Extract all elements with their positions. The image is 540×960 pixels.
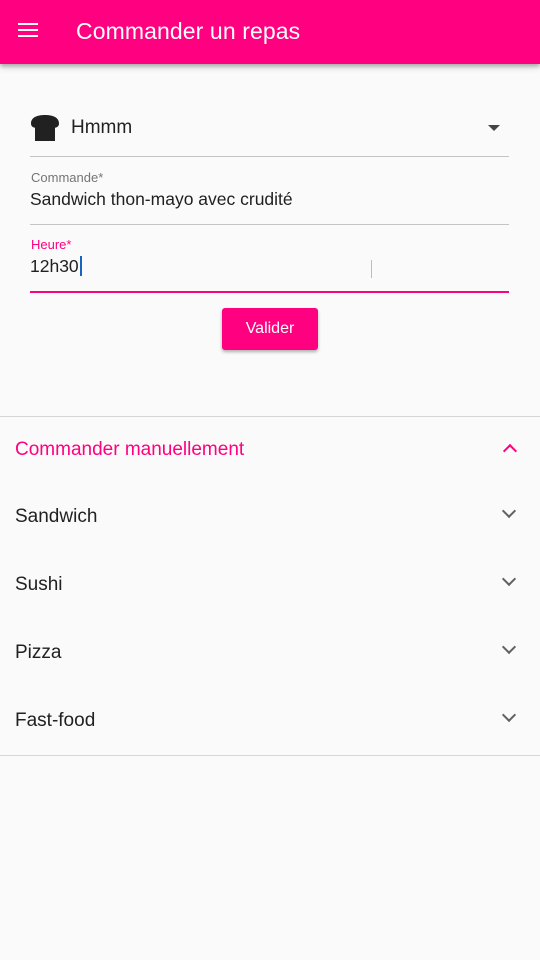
category-label: Pizza [15, 642, 62, 663]
bread-toast-icon [31, 115, 59, 141]
category-item-sandwich[interactable]: Sandwich [0, 482, 540, 550]
valider-button[interactable]: Valider [222, 308, 318, 350]
app-bar: Commander un repas [0, 0, 540, 64]
chevron-down-icon [501, 571, 517, 587]
category-label: Fast-food [15, 710, 96, 731]
commande-field[interactable]: Commande* Sandwich thon-mayo avec crudit… [30, 170, 509, 225]
restaurant-select-value: Hmmm [71, 117, 133, 138]
heure-input-value: 12h30 [30, 256, 79, 276]
category-label: Sandwich [15, 506, 98, 527]
hamburger-menu-icon[interactable] [18, 22, 38, 38]
chevron-down-icon [501, 639, 517, 655]
page-title: Commander un repas [76, 18, 301, 44]
text-cursor-icon [371, 260, 377, 278]
category-item-pizza[interactable]: Pizza [0, 618, 540, 686]
manual-order-header[interactable]: Commander manuellement [0, 418, 540, 482]
category-item-fast-food[interactable]: Fast-food [0, 686, 540, 754]
category-label: Sushi [15, 574, 63, 595]
heure-field[interactable]: Heure* 12h30 [30, 237, 509, 293]
restaurant-select[interactable]: Hmmm [30, 100, 509, 157]
dropdown-arrow-icon [488, 125, 500, 131]
chevron-up-icon [502, 443, 518, 459]
heure-input[interactable]: 12h30 [30, 256, 509, 277]
divider [0, 416, 540, 417]
commande-label: Commande* [31, 170, 104, 185]
heure-label: Heure* [31, 237, 72, 252]
text-caret [79, 256, 82, 276]
commande-input[interactable]: Sandwich thon-mayo avec crudité [30, 189, 509, 210]
divider [0, 755, 540, 756]
chevron-down-icon [501, 503, 517, 519]
manual-order-title: Commander manuellement [15, 439, 245, 460]
category-item-sushi[interactable]: Sushi [0, 550, 540, 618]
chevron-down-icon [501, 707, 517, 723]
